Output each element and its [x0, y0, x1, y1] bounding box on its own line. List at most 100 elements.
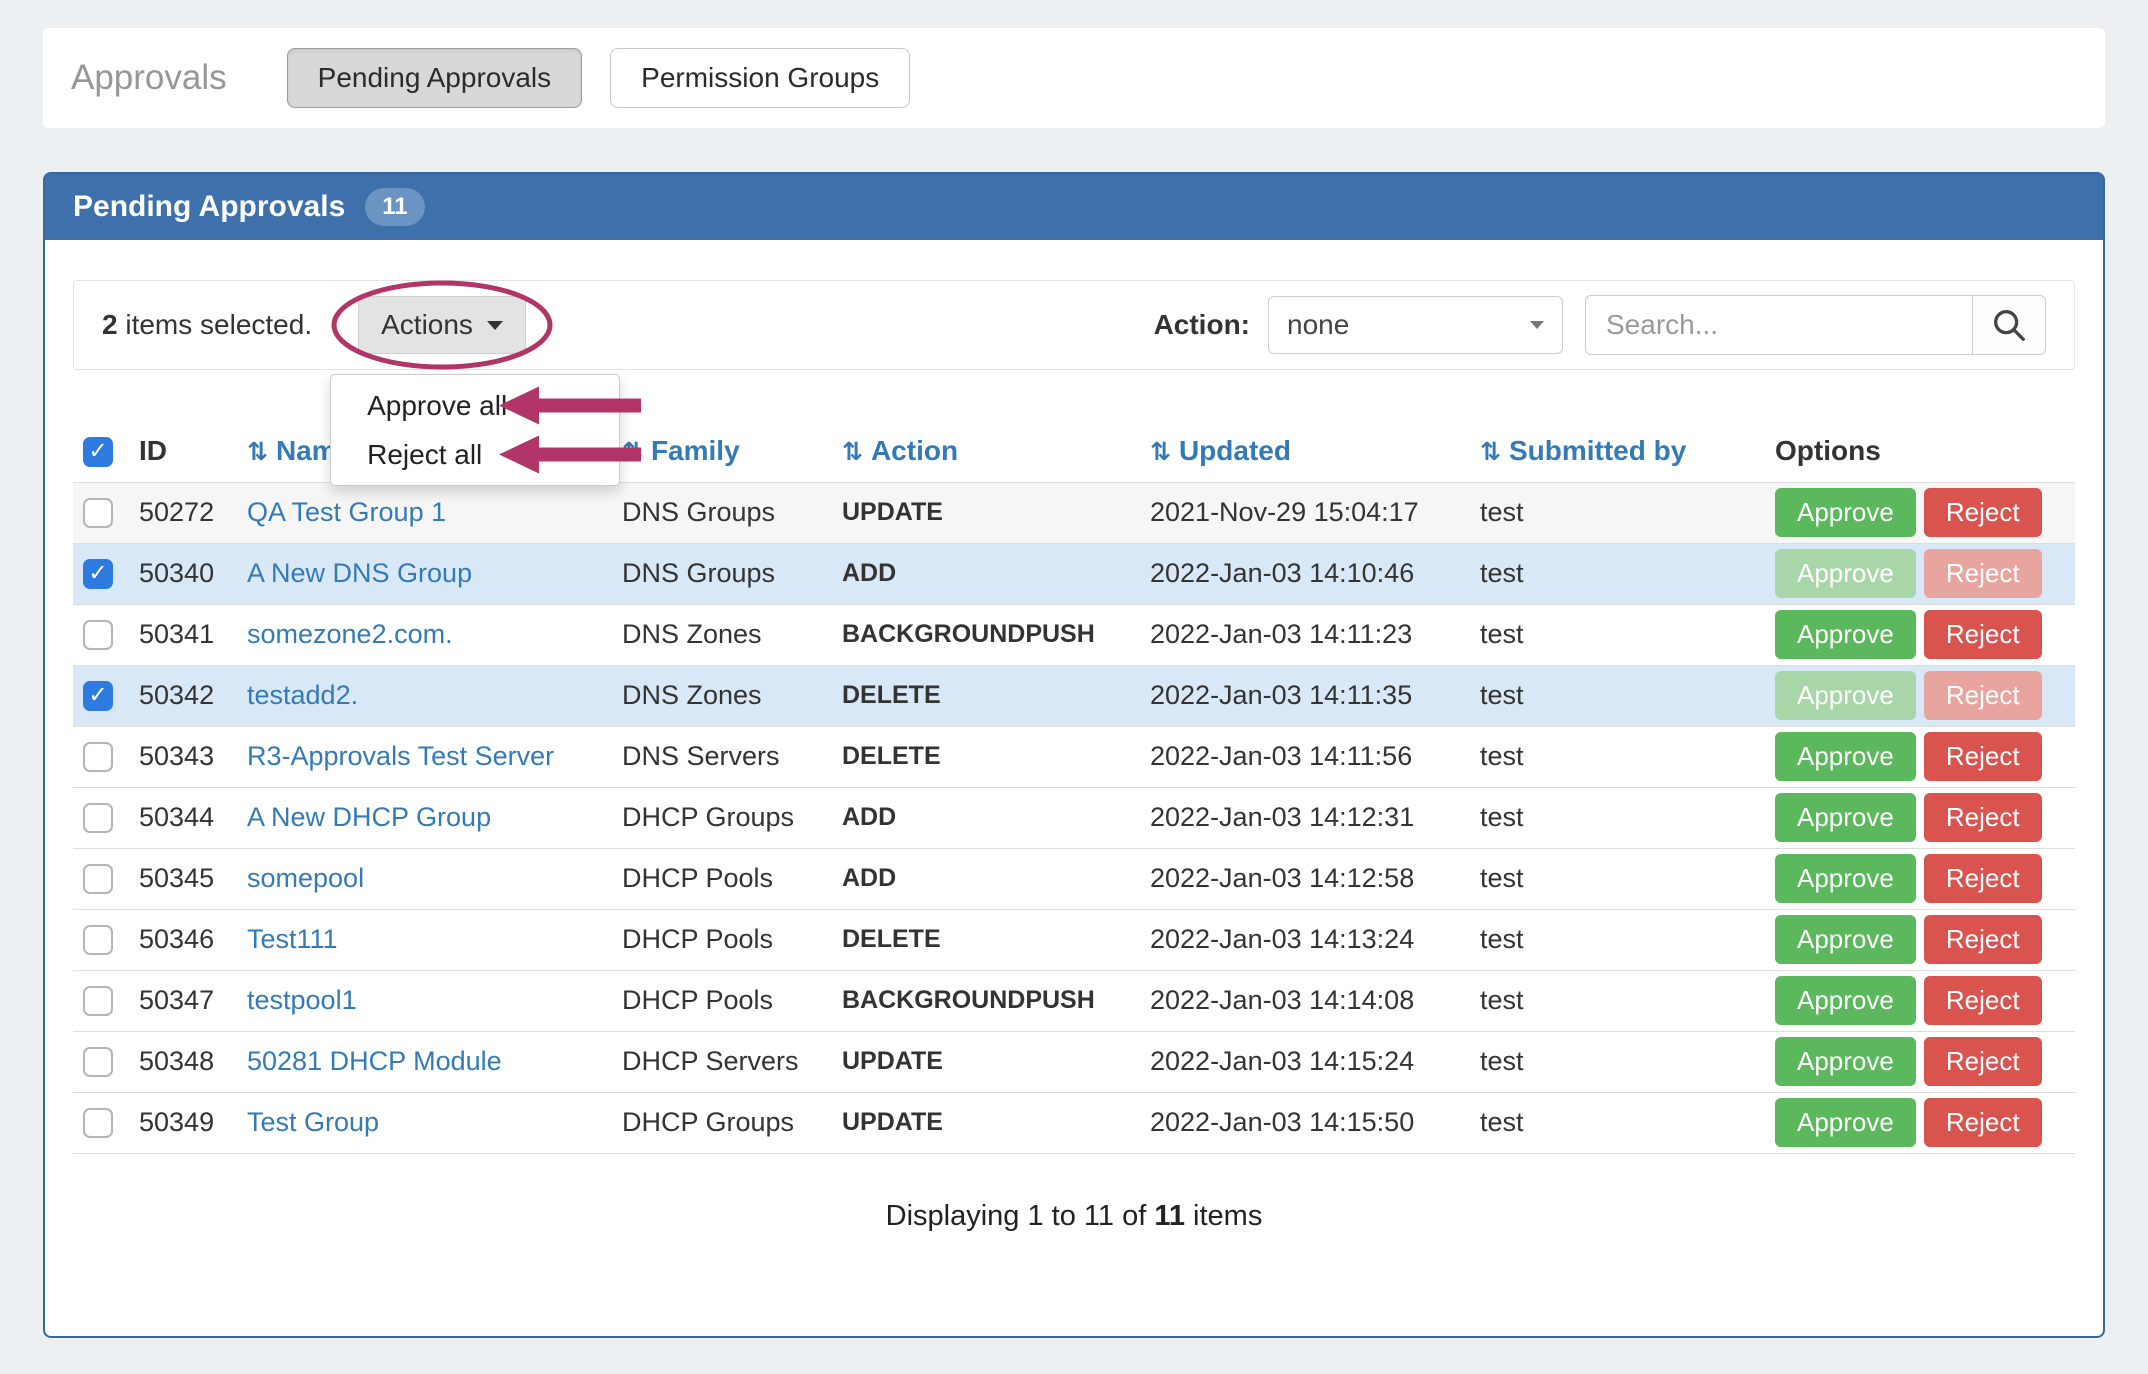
cell-family: DNS Zones — [612, 604, 832, 665]
row-name-link[interactable]: Test111 — [247, 924, 338, 954]
row-checkbox[interactable] — [83, 559, 113, 589]
reject-button[interactable]: Reject — [1924, 549, 2042, 598]
reject-button[interactable]: Reject — [1924, 488, 2042, 537]
sort-icon: ⇅ — [622, 438, 643, 466]
column-header-updated[interactable]: ⇅Updated — [1140, 420, 1470, 482]
cell-family: DHCP Pools — [612, 909, 832, 970]
row-checkbox[interactable] — [83, 1047, 113, 1077]
search-group — [1585, 295, 2046, 355]
cell-submitted-by: test — [1470, 604, 1765, 665]
row-checkbox[interactable] — [83, 803, 113, 833]
cell-updated: 2022-Jan-03 14:14:08 — [1140, 970, 1470, 1031]
cell-submitted-by: test — [1470, 787, 1765, 848]
pending-approvals-panel: Pending Approvals 11 2 items selected. A… — [43, 172, 2105, 1338]
reject-button[interactable]: Reject — [1924, 610, 2042, 659]
panel-heading: Pending Approvals 11 — [45, 174, 2103, 240]
approvals-table-body: 50272 QA Test Group 1 DNS Groups UPDATE … — [73, 482, 2075, 1153]
reject-button[interactable]: Reject — [1924, 732, 2042, 781]
row-name-link[interactable]: R3-Approvals Test Server — [247, 741, 554, 771]
cell-updated: 2021-Nov-29 15:04:17 — [1140, 482, 1470, 543]
table-row: 50342 testadd2. DNS Zones DELETE 2022-Ja… — [73, 665, 2075, 726]
reject-button[interactable]: Reject — [1924, 1037, 2042, 1086]
reject-button[interactable]: Reject — [1924, 915, 2042, 964]
row-checkbox[interactable] — [83, 620, 113, 650]
row-checkbox[interactable] — [83, 681, 113, 711]
column-header-submitted-by[interactable]: ⇅Submitted by — [1470, 420, 1765, 482]
row-name-link[interactable]: somezone2.com. — [247, 619, 453, 649]
row-checkbox[interactable] — [83, 1108, 113, 1138]
reject-button[interactable]: Reject — [1924, 671, 2042, 720]
approve-button[interactable]: Approve — [1775, 1098, 1916, 1147]
cell-updated: 2022-Jan-03 14:12:31 — [1140, 787, 1470, 848]
approve-button[interactable]: Approve — [1775, 549, 1916, 598]
cell-submitted-by: test — [1470, 543, 1765, 604]
page-header: Approvals Pending Approvals Permission G… — [43, 28, 2105, 128]
row-name-link[interactable]: A New DHCP Group — [247, 802, 491, 832]
approve-button[interactable]: Approve — [1775, 793, 1916, 842]
row-name-link[interactable]: Test Group — [247, 1107, 379, 1137]
row-name-link[interactable]: testpool1 — [247, 985, 357, 1015]
reject-button[interactable]: Reject — [1924, 976, 2042, 1025]
cell-family: DNS Zones — [612, 665, 832, 726]
cell-updated: 2022-Jan-03 14:12:58 — [1140, 848, 1470, 909]
row-checkbox[interactable] — [83, 925, 113, 955]
caret-down-icon — [1530, 321, 1544, 329]
approve-button[interactable]: Approve — [1775, 732, 1916, 781]
panel-title: Pending Approvals — [73, 190, 345, 224]
row-checkbox[interactable] — [83, 864, 113, 894]
pagination-summary: Displaying 1 to 11 of 11 items — [73, 1200, 2075, 1233]
action-filter-select[interactable]: none — [1268, 296, 1563, 354]
row-name-link[interactable]: QA Test Group 1 — [247, 497, 446, 527]
cell-id: 50349 — [129, 1092, 237, 1153]
cell-updated: 2022-Jan-03 14:10:46 — [1140, 543, 1470, 604]
cell-family: DNS Groups — [612, 482, 832, 543]
approve-button[interactable]: Approve — [1775, 610, 1916, 659]
actions-dropdown-menu: Approve all Reject all — [330, 374, 620, 486]
row-checkbox[interactable] — [83, 986, 113, 1016]
cell-id: 50342 — [129, 665, 237, 726]
cell-id: 50345 — [129, 848, 237, 909]
approve-button[interactable]: Approve — [1775, 854, 1916, 903]
actions-dropdown-button[interactable]: Actions — [358, 296, 526, 354]
select-all-checkbox[interactable] — [83, 437, 113, 467]
sort-icon: ⇅ — [247, 438, 268, 466]
tab-pending-approvals[interactable]: Pending Approvals — [287, 48, 583, 108]
row-checkbox[interactable] — [83, 498, 113, 528]
search-icon — [1990, 306, 2028, 344]
approve-button[interactable]: Approve — [1775, 915, 1916, 964]
cell-action: DELETE — [832, 726, 1140, 787]
search-button[interactable] — [1972, 295, 2046, 355]
cell-id: 50272 — [129, 482, 237, 543]
menu-item-reject-all[interactable]: Reject all — [331, 430, 619, 479]
approve-button[interactable]: Approve — [1775, 976, 1916, 1025]
cell-action: DELETE — [832, 665, 1140, 726]
sort-icon: ⇅ — [1480, 438, 1501, 466]
reject-button[interactable]: Reject — [1924, 793, 2042, 842]
selection-status: 2 items selected. — [102, 309, 312, 341]
cell-id: 50347 — [129, 970, 237, 1031]
row-name-link[interactable]: testadd2. — [247, 680, 358, 710]
cell-submitted-by: test — [1470, 726, 1765, 787]
approve-button[interactable]: Approve — [1775, 671, 1916, 720]
cell-submitted-by: test — [1470, 482, 1765, 543]
column-header-action[interactable]: ⇅Action — [832, 420, 1140, 482]
selection-label: items selected. — [118, 309, 313, 340]
row-name-link[interactable]: A New DNS Group — [247, 558, 472, 588]
reject-button[interactable]: Reject — [1924, 854, 2042, 903]
cell-action: BACKGROUNDPUSH — [832, 970, 1140, 1031]
search-input[interactable] — [1585, 295, 1973, 355]
table-toolbar: 2 items selected. Actions Approve all — [73, 280, 2075, 370]
reject-button[interactable]: Reject — [1924, 1098, 2042, 1147]
cell-family: DNS Groups — [612, 543, 832, 604]
row-name-link[interactable]: somepool — [247, 863, 364, 893]
column-header-family[interactable]: ⇅Family — [612, 420, 832, 482]
row-name-link[interactable]: 50281 DHCP Module — [247, 1046, 502, 1076]
table-row: 50272 QA Test Group 1 DNS Groups UPDATE … — [73, 482, 2075, 543]
tab-permission-groups[interactable]: Permission Groups — [610, 48, 910, 108]
cell-id: 50346 — [129, 909, 237, 970]
approve-button[interactable]: Approve — [1775, 488, 1916, 537]
menu-item-approve-all[interactable]: Approve all — [331, 381, 619, 430]
row-checkbox[interactable] — [83, 742, 113, 772]
approve-button[interactable]: Approve — [1775, 1037, 1916, 1086]
cell-id: 50343 — [129, 726, 237, 787]
